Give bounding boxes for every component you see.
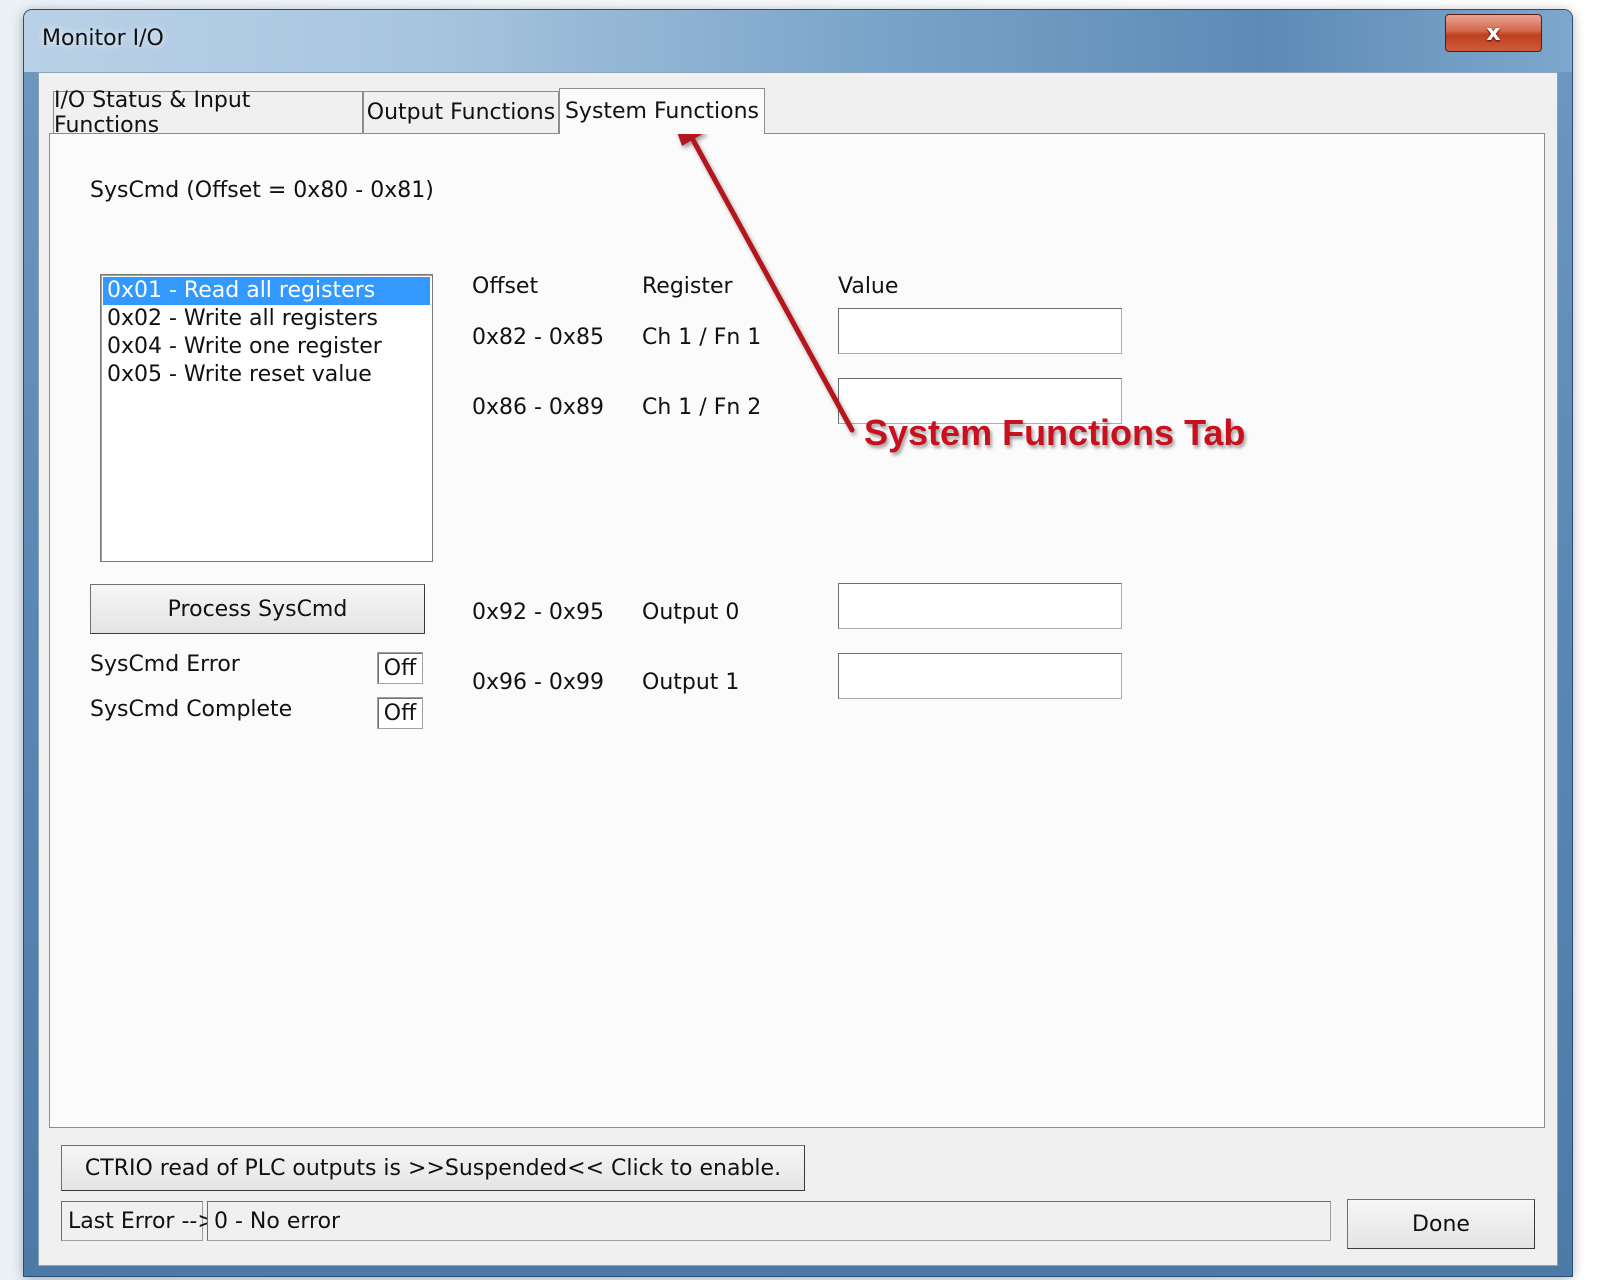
last-error-label: Last Error --> — [61, 1201, 216, 1241]
syscmd-item-write-reset[interactable]: 0x05 - Write reset value — [101, 361, 432, 389]
dialog-client-area: SysCmd (Offset = 0x80 - 0x81) 0x01 - Rea… — [38, 72, 1558, 1266]
row-offset: 0x92 - 0x95 — [472, 600, 604, 625]
row-offset: 0x82 - 0x85 — [472, 325, 604, 350]
ctrio-enable-button[interactable]: CTRIO read of PLC outputs is >>Suspended… — [61, 1145, 805, 1191]
row-offset: 0x96 - 0x99 — [472, 670, 604, 695]
value-field-output-1[interactable] — [838, 653, 1122, 699]
syscmd-complete-indicator: Off — [377, 697, 423, 729]
value-field-output-0[interactable] — [838, 583, 1122, 629]
row-register: Ch 1 / Fn 2 — [642, 395, 762, 420]
monitor-io-window: Monitor I/O x SysCmd (Offset = 0x80 - 0x… — [24, 10, 1572, 1276]
system-functions-panel: SysCmd (Offset = 0x80 - 0x81) 0x01 - Rea… — [49, 133, 1545, 1128]
syscmd-error-label: SysCmd Error — [90, 652, 240, 677]
syscmd-item-read-all[interactable]: 0x01 - Read all registers — [103, 277, 430, 305]
process-syscmd-button[interactable]: Process SysCmd — [90, 584, 425, 634]
annotation-label: System Functions Tab — [864, 412, 1246, 453]
row-offset: 0x86 - 0x89 — [472, 395, 604, 420]
syscmd-complete-label: SysCmd Complete — [90, 697, 293, 722]
value-field-ch1-fn1[interactable] — [838, 308, 1122, 354]
close-button[interactable]: x — [1445, 14, 1542, 52]
row-register: Ch 1 / Fn 1 — [642, 325, 762, 350]
offset-header: Offset — [472, 274, 539, 299]
row-register: Output 0 — [642, 600, 740, 625]
syscmd-item-write-one[interactable]: 0x04 - Write one register — [101, 333, 432, 361]
last-error-value: 0 - No error — [207, 1201, 1331, 1241]
tab-output-functions[interactable]: Output Functions — [363, 91, 559, 133]
value-header: Value — [838, 274, 899, 299]
row-register: Output 1 — [642, 670, 740, 695]
syscmd-item-write-all[interactable]: 0x02 - Write all registers — [101, 305, 432, 333]
close-icon: x — [1486, 20, 1501, 46]
tab-io-status-input[interactable]: I/O Status & Input Functions — [53, 88, 363, 138]
syscmd-listbox[interactable]: 0x01 - Read all registers 0x02 - Write a… — [100, 274, 433, 562]
window-title: Monitor I/O — [42, 26, 164, 51]
register-header: Register — [642, 274, 733, 299]
syscmd-error-indicator: Off — [377, 652, 423, 684]
tab-system-functions[interactable]: System Functions — [559, 88, 765, 134]
title-bar[interactable]: Monitor I/O x — [24, 10, 1572, 72]
syscmd-group-label: SysCmd (Offset = 0x80 - 0x81) — [90, 178, 434, 203]
done-button[interactable]: Done — [1347, 1199, 1535, 1249]
